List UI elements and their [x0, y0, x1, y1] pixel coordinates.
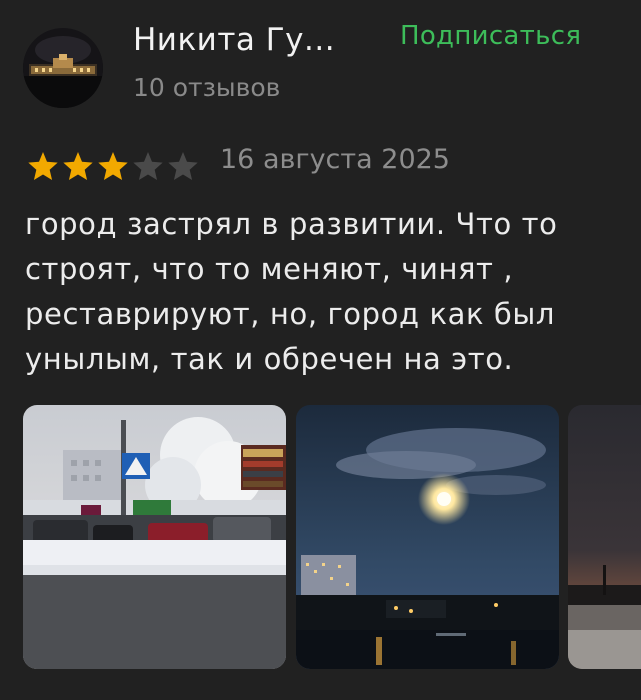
review-photo-2[interactable]	[296, 405, 559, 669]
star-empty-icon	[133, 152, 163, 180]
subscribe-button[interactable]: Подписаться	[400, 21, 581, 51]
avatar-image	[23, 28, 103, 108]
rating-stars	[26, 150, 200, 182]
review-text-line: город застрял в развитии. Что то	[25, 207, 558, 241]
winter-street-image	[23, 405, 286, 669]
review-text-line: унылым, так и обречен на это.	[25, 342, 514, 376]
review-photo-1[interactable]	[23, 405, 286, 669]
review-photo-3[interactable]	[568, 405, 641, 669]
dusk-image	[568, 405, 641, 669]
review-date: 16 августа 2025	[220, 144, 450, 175]
star-filled-icon	[98, 152, 128, 180]
star-filled-icon	[28, 152, 58, 180]
star-filled-icon	[63, 152, 93, 180]
star-empty-icon	[168, 152, 198, 180]
night-moon-image	[296, 405, 559, 669]
review-text-line: реставрируют, но, город как был	[25, 297, 555, 331]
author-avatar[interactable]	[23, 28, 103, 108]
author-review-count: 10 отзывов	[133, 73, 281, 102]
author-name[interactable]: Никита Гу...	[133, 22, 335, 58]
review-text: город застрял в развитии. Что то строят,…	[25, 202, 625, 382]
review-text-line: строят, что то меняют, чинят ,	[25, 252, 514, 286]
